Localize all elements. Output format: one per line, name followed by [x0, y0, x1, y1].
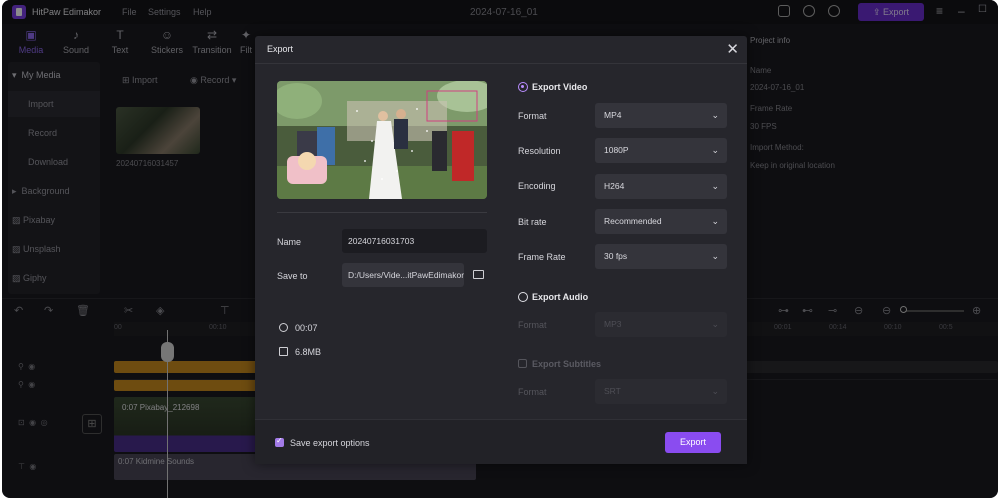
- dialog-title: Export: [267, 44, 294, 54]
- resolution-select[interactable]: 1080P ⌄: [595, 138, 727, 163]
- audio-format-value: MP3: [604, 319, 622, 329]
- preview-divider: [277, 212, 487, 213]
- resolution-value: 1080P: [604, 145, 629, 155]
- clock-icon: [279, 323, 288, 332]
- save-options-label: Save export options: [290, 438, 370, 448]
- export-video-label: Export Video: [532, 82, 588, 92]
- save-options-checkbox[interactable]: [275, 436, 284, 447]
- framerate-select[interactable]: 30 fps ⌄: [595, 244, 727, 269]
- export-audio-label: Export Audio: [532, 292, 589, 302]
- duration-value: 00:07: [295, 323, 318, 333]
- name-label: Name: [277, 237, 302, 247]
- format-value: MP4: [604, 110, 622, 120]
- chevron-down-icon: ⌄: [711, 216, 719, 226]
- export-subtitles-label: Export Subtitles: [532, 359, 602, 369]
- format-label: Format: [518, 111, 547, 121]
- name-field[interactable]: 20240716031703: [342, 229, 487, 253]
- preview-image: [277, 81, 487, 199]
- close-icon[interactable]: ✕: [726, 40, 739, 58]
- save-path-field[interactable]: D:/Users/Vide...itPawEdimakor: [342, 263, 464, 287]
- encoding-value: H264: [604, 181, 625, 191]
- dialog-divider: [255, 63, 747, 64]
- bitrate-label: Bit rate: [518, 217, 547, 227]
- dialog-footer: Save export options Export: [255, 419, 747, 464]
- export-button[interactable]: Export: [665, 432, 721, 453]
- export-subtitles-checkbox[interactable]: [518, 359, 527, 368]
- export-audio-radio[interactable]: [518, 292, 528, 302]
- export-dialog: Export ✕ Name 20240716031703 Save to D:/…: [255, 36, 747, 464]
- chevron-down-icon: ⌄: [711, 110, 719, 120]
- export-video-radio[interactable]: [518, 82, 528, 92]
- encoding-label: Encoding: [518, 181, 556, 191]
- subtitle-format-value: SRT: [604, 386, 621, 396]
- save-to-label: Save to: [277, 271, 308, 281]
- bitrate-select[interactable]: Recommended ⌄: [595, 209, 727, 234]
- chevron-down-icon: ⌄: [711, 386, 719, 396]
- chevron-down-icon: ⌄: [711, 145, 719, 155]
- chevron-down-icon: ⌄: [711, 181, 719, 191]
- chevron-down-icon: ⌄: [711, 319, 719, 329]
- bitrate-value: Recommended: [604, 216, 662, 226]
- video-preview: [277, 81, 487, 199]
- resolution-label: Resolution: [518, 146, 561, 156]
- audio-format-select[interactable]: MP3 ⌄: [595, 312, 727, 337]
- subtitle-format-label: Format: [518, 387, 547, 397]
- chevron-down-icon: ⌄: [711, 251, 719, 261]
- audio-format-label: Format: [518, 320, 547, 330]
- folder-icon[interactable]: [473, 270, 484, 279]
- encoding-select[interactable]: H264 ⌄: [595, 174, 727, 199]
- file-size-icon: [279, 347, 288, 356]
- app-window: HitPaw Edimakor File Settings Help 2024-…: [2, 0, 998, 498]
- framerate-label: Frame Rate: [518, 252, 566, 262]
- file-size-value: 6.8MB: [295, 347, 322, 357]
- subtitle-format-select[interactable]: SRT ⌄: [595, 379, 727, 404]
- format-select[interactable]: MP4 ⌄: [595, 103, 727, 128]
- framerate-value: 30 fps: [604, 251, 628, 261]
